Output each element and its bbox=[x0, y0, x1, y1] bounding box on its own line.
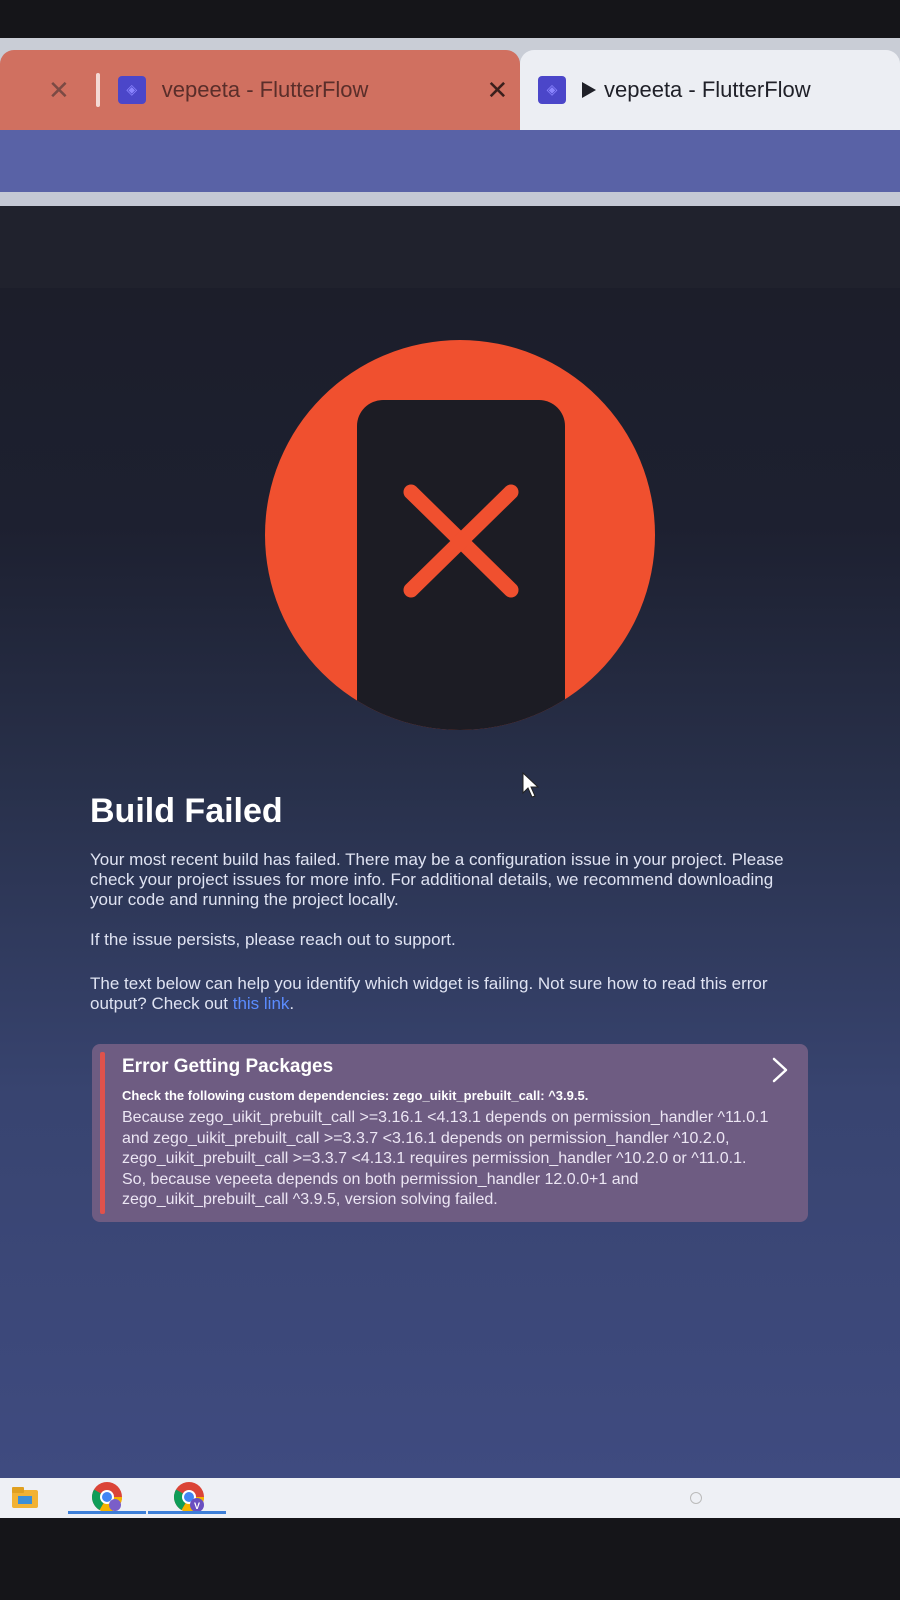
error-accent-bar bbox=[100, 1052, 105, 1214]
flutterflow-logo-icon: ◈ bbox=[538, 76, 566, 104]
support-text: If the issue persists, please reach out … bbox=[90, 930, 456, 949]
close-icon[interactable]: ✕ bbox=[48, 77, 70, 103]
chrome-profile-icon[interactable] bbox=[68, 1480, 146, 1514]
tab-title: vepeeta - FlutterFlow bbox=[161, 77, 369, 102]
tab-divider bbox=[95, 73, 100, 107]
file-explorer-icon[interactable] bbox=[6, 1480, 44, 1514]
tab-title: vepeeta - FlutterFlow bbox=[604, 77, 811, 102]
hero-illustration bbox=[265, 340, 655, 730]
chrome-profile-v-icon[interactable]: V bbox=[148, 1480, 226, 1514]
chevron-right-icon[interactable] bbox=[766, 1056, 794, 1084]
error-title: Error Getting Packages bbox=[122, 1056, 334, 1077]
browser-toolbar bbox=[0, 130, 900, 192]
mouse-cursor-icon bbox=[522, 772, 540, 798]
help-text-tail: . bbox=[289, 994, 295, 1013]
help-text-lead: The text below can help you identify whi… bbox=[90, 974, 768, 1013]
profile-badge-letter: V bbox=[194, 1501, 200, 1511]
tab-close-icon[interactable]: ✕ bbox=[486, 77, 508, 103]
toolbar-divider bbox=[0, 192, 900, 206]
help-link[interactable]: this link bbox=[233, 994, 290, 1013]
browser-tab-bar: ✕ ◈ vepeeta - FlutterFlow ✕ ◈ vepeeta - … bbox=[0, 38, 900, 130]
error-card[interactable]: Error Getting Packages Check the followi… bbox=[92, 1044, 808, 1222]
build-failed-phone-x-icon bbox=[265, 340, 655, 730]
error-line: So, because vepeeta depends on both perm… bbox=[122, 1170, 639, 1188]
audio-playing-icon bbox=[582, 82, 596, 98]
active-indicator bbox=[148, 1511, 226, 1514]
phone-shape bbox=[357, 400, 565, 730]
error-line: Because zego_uikit_prebuilt_call >=3.16.… bbox=[122, 1109, 769, 1126]
error-line: zego_uikit_prebuilt_call >=3.3.7 <4.13.1… bbox=[122, 1150, 747, 1168]
error-subtitle: Check the following custom dependencies:… bbox=[122, 1088, 589, 1103]
tab-vepeeta-inactive[interactable]: ✕ ◈ vepeeta - FlutterFlow ✕ bbox=[0, 50, 520, 130]
error-description: Your most recent build has failed. There… bbox=[90, 850, 784, 909]
error-output: Because zego_uikit_prebuilt_call >=3.16.… bbox=[122, 1108, 772, 1211]
screen: ✕ ◈ vepeeta - FlutterFlow ✕ ◈ vepeeta - … bbox=[0, 38, 900, 1518]
build-failed-page: Build Failed Your most recent build has … bbox=[0, 206, 900, 1478]
help-text: The text below can help you identify whi… bbox=[90, 974, 800, 1014]
page-top-bar bbox=[0, 206, 900, 288]
tab-vepeeta-active[interactable]: ◈ vepeeta - FlutterFlow bbox=[520, 50, 900, 130]
error-line: zego_uikit_prebuilt_call ^3.9.5, version… bbox=[122, 1191, 498, 1209]
error-line: and zego_uikit_prebuilt_call >=3.3.7 <3.… bbox=[122, 1129, 730, 1147]
page-title: Build Failed bbox=[90, 792, 283, 830]
flutterflow-logo-icon: ◈ bbox=[117, 76, 146, 104]
taskbar: V bbox=[0, 1478, 900, 1518]
active-indicator bbox=[68, 1511, 146, 1514]
taskbar-search-icon[interactable] bbox=[690, 1492, 702, 1504]
